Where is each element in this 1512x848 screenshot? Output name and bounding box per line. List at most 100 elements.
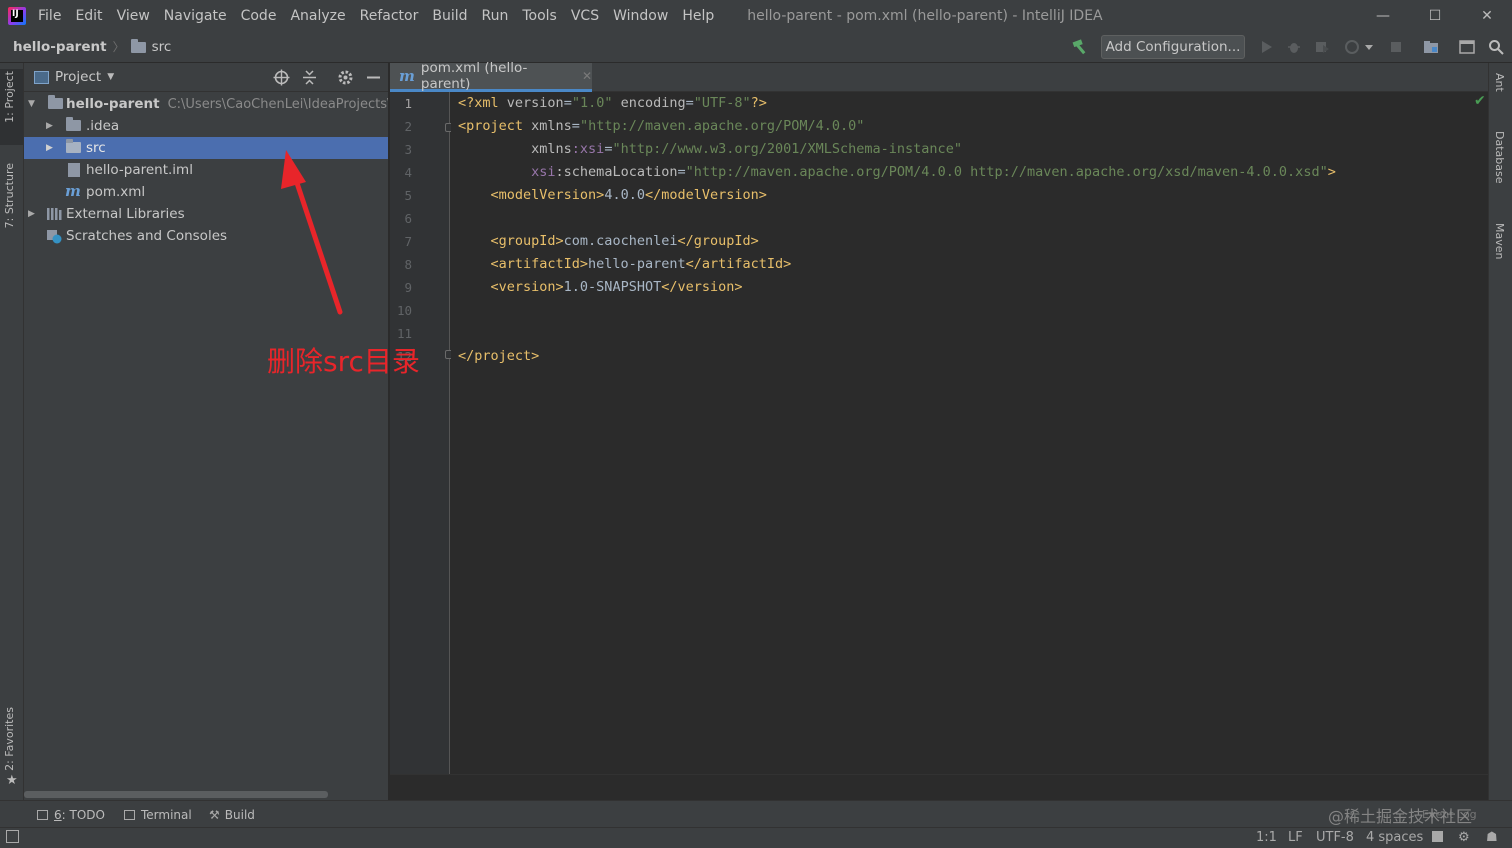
collapse-arrow-icon[interactable]: ▶	[46, 143, 53, 153]
iml-file-icon	[68, 163, 80, 177]
status-bar: 1:1 LF UTF-8 4 spaces ⚙ ☗	[0, 827, 1512, 848]
line-number: 4	[404, 165, 412, 180]
build-label: Build	[224, 808, 255, 822]
hammer-icon: ⚒	[209, 808, 220, 822]
expand-arrow-icon[interactable]: ▼	[28, 99, 35, 109]
code-line-2: <project xmlns="http://maven.apache.org/…	[458, 118, 865, 134]
module-folder-icon	[48, 95, 63, 112]
todo-button[interactable]: 6: TODO	[37, 808, 105, 822]
code-line-1: <?xml version="1.0" encoding="UTF-8"?>	[458, 95, 767, 111]
tree-item-scratches[interactable]: Scratches and Consoles	[24, 225, 388, 247]
menu-refactor[interactable]: Refactor	[360, 8, 419, 24]
toggle-tool-windows-icon[interactable]	[6, 830, 19, 843]
stop-icon[interactable]	[1388, 39, 1404, 55]
menu-vcs[interactable]: VCS	[571, 8, 599, 24]
menu-code[interactable]: Code	[241, 8, 277, 24]
menu-tools[interactable]: Tools	[522, 8, 557, 24]
line-number: 8	[404, 257, 412, 272]
collapse-arrow-icon[interactable]: ▶	[28, 209, 35, 219]
search-icon[interactable]	[1488, 39, 1504, 55]
horizontal-scrollbar[interactable]	[24, 791, 328, 798]
menu-run[interactable]: Run	[482, 8, 509, 24]
build-hammer-icon[interactable]	[1071, 39, 1089, 55]
tree-item-label: Scratches and Consoles	[66, 228, 228, 244]
menu-help[interactable]: Help	[682, 8, 714, 24]
breadcrumb-separator: 〉	[112, 40, 125, 54]
code-editor[interactable]: <?xml version="1.0" encoding="UTF-8"?> <…	[451, 92, 1488, 774]
line-number: 10	[396, 303, 412, 318]
profile-icon[interactable]	[1344, 39, 1360, 55]
project-panel-title[interactable]: Project	[55, 69, 101, 85]
add-configuration-button[interactable]: Add Configuration...	[1101, 35, 1245, 59]
caret-position[interactable]: 1:1	[1256, 830, 1277, 845]
gear-icon[interactable]	[337, 69, 354, 86]
tool-tab-maven[interactable]: Maven	[1493, 223, 1506, 259]
tool-tab-project[interactable]: 1: Project	[3, 71, 16, 123]
tool-tab-database[interactable]: Database	[1493, 131, 1506, 184]
navigation-bar: hello-parent 〉 src Add Configuration...	[0, 31, 1512, 63]
tool-tab-favorites[interactable]: 2: Favorites	[3, 707, 16, 771]
notification-icon[interactable]: ☗	[1486, 830, 1498, 845]
project-view-icon	[34, 70, 49, 84]
code-line-9: <version>1.0-SNAPSHOT</version>	[458, 279, 743, 295]
star-icon: ★	[6, 773, 18, 788]
menu-edit[interactable]: Edit	[75, 8, 102, 24]
menu-file[interactable]: File	[38, 8, 61, 24]
collapse-arrow-icon[interactable]: ▶	[46, 121, 53, 131]
terminal-button[interactable]: Terminal	[124, 808, 192, 822]
collapse-all-icon[interactable]	[301, 69, 318, 86]
menu-view[interactable]: View	[117, 8, 150, 24]
breadcrumb-src[interactable]: src	[152, 39, 172, 55]
close-icon[interactable]: ✕	[582, 69, 592, 83]
scratches-icon	[47, 230, 62, 244]
close-window-button[interactable]: ✕	[1464, 0, 1510, 31]
presentation-mode-icon[interactable]	[1459, 39, 1475, 55]
indent-setting[interactable]: 4 spaces	[1366, 830, 1423, 845]
menu-navigate[interactable]: Navigate	[164, 8, 227, 24]
lock-icon[interactable]	[1432, 831, 1443, 842]
locate-file-icon[interactable]	[273, 69, 290, 86]
tree-item-pom-xml[interactable]: m pom.xml	[24, 181, 388, 203]
tree-item-idea[interactable]: ▶ .idea	[24, 115, 388, 137]
chevron-down-icon[interactable]	[1364, 39, 1374, 55]
tab-pom-xml[interactable]: m pom.xml (hello-parent) ✕	[390, 60, 592, 92]
line-number: 9	[404, 280, 412, 295]
menu-analyze[interactable]: Analyze	[290, 8, 345, 24]
folder-icon	[66, 117, 81, 134]
terminal-label: Terminal	[141, 808, 192, 822]
git-icon[interactable]: ⚙	[1458, 830, 1470, 845]
editor-gutter: 1 2 3 4 5 6 7 8 9 10 11 12	[390, 92, 454, 774]
line-separator[interactable]: LF	[1288, 830, 1303, 845]
folder-icon	[130, 39, 146, 53]
tree-item-hello-parent-iml[interactable]: hello-parent.iml	[24, 159, 388, 181]
maven-file-icon: m	[65, 182, 81, 200]
build-button[interactable]: ⚒ Build	[209, 808, 255, 822]
breadcrumb-root[interactable]: hello-parent	[13, 39, 107, 55]
menu-window[interactable]: Window	[613, 8, 668, 24]
file-encoding[interactable]: UTF-8	[1316, 830, 1354, 845]
code-line-4: xsi:schemaLocation="http://maven.apache.…	[458, 164, 1336, 180]
tree-item-hello-parent[interactable]: ▼ hello-parent C:\Users\CaoChenLei\IdeaPr…	[24, 93, 388, 115]
project-structure-icon[interactable]	[1423, 39, 1439, 55]
minimize-button[interactable]: —	[1360, 0, 1406, 31]
menu-build[interactable]: Build	[432, 8, 467, 24]
tree-item-external-libraries[interactable]: ▶ External Libraries	[24, 203, 388, 225]
run-with-coverage-icon[interactable]	[1314, 39, 1330, 55]
debug-icon[interactable]	[1286, 39, 1302, 55]
editor-bottom-area	[390, 774, 1488, 800]
line-number: 6	[404, 211, 412, 226]
tree-item-label: .idea	[86, 118, 120, 134]
project-panel: Project ▼ ▼ hello-parent C:\Users\CaoChen…	[24, 63, 389, 800]
chevron-down-icon[interactable]: ▼	[107, 72, 114, 82]
tool-tab-structure[interactable]: 7: Structure	[3, 163, 16, 228]
hide-panel-icon[interactable]	[365, 69, 382, 86]
tool-tab-ant[interactable]: Ant	[1493, 73, 1506, 92]
run-icon[interactable]	[1258, 39, 1274, 55]
title-bar: IJ File Edit View Navigate Code Analyze …	[0, 0, 1512, 31]
line-number: 7	[404, 234, 412, 249]
line-number: 2	[404, 119, 412, 134]
tree-item-src[interactable]: ▶ src	[24, 137, 388, 159]
maximize-button[interactable]: ☐	[1412, 0, 1458, 31]
code-line-5: <modelVersion>4.0.0</modelVersion>	[458, 187, 767, 203]
annotation-label: 删除src目录	[267, 345, 420, 378]
